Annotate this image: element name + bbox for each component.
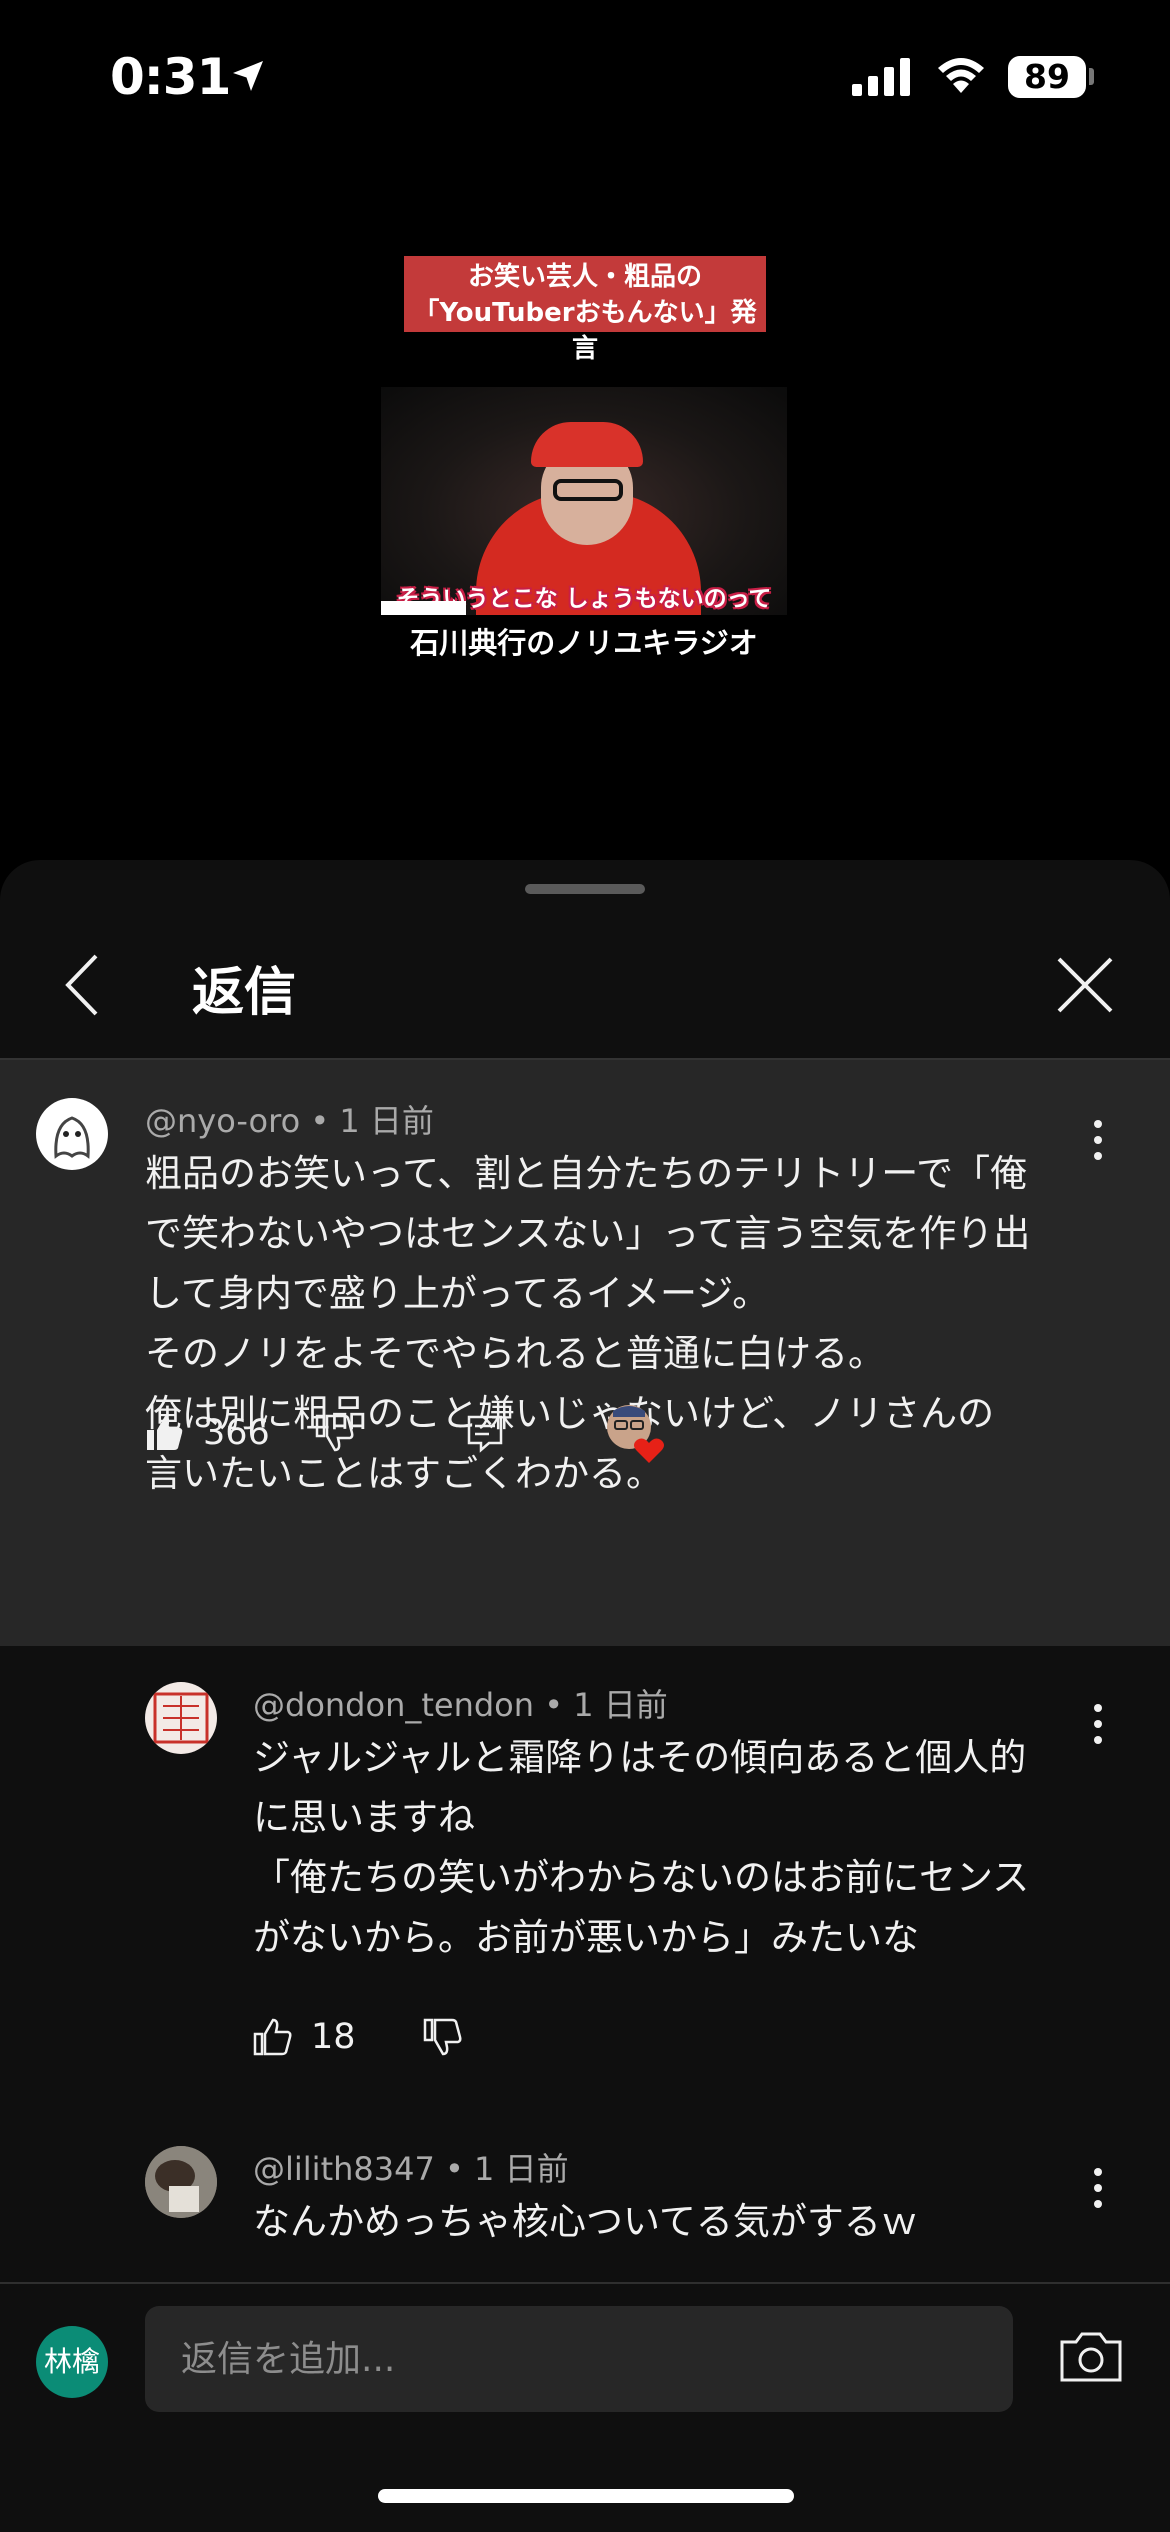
- status-time: 0:31: [110, 48, 231, 106]
- location-arrow-icon: [233, 61, 263, 91]
- reply-author[interactable]: @dondon_tendon: [253, 1686, 534, 1724]
- reply-comment-icon: [467, 1415, 503, 1453]
- reply-meta: @lilith8347 • 1 日前: [253, 2144, 569, 2190]
- reply-text: ジャルジャルと霜降りはその傾向あると個人的 に思いますね 「俺たちの笑いがわから…: [253, 1736, 1030, 1959]
- wifi-icon: [938, 58, 984, 93]
- ghost-avatar-icon: [54, 1116, 90, 1159]
- person-glasses: [553, 479, 623, 501]
- video-frame: そういうとこな しょうもないのって: [381, 387, 787, 615]
- battery-indicator: 89: [1008, 56, 1086, 98]
- avatar[interactable]: [145, 2146, 217, 2218]
- comment-meta: @nyo-oro • 1 日前: [145, 1096, 434, 1142]
- camera-icon[interactable]: [1058, 2324, 1124, 2390]
- back-arrow-icon[interactable]: [58, 950, 108, 1020]
- video-corner-strip: [381, 601, 466, 615]
- reply-input[interactable]: [145, 2306, 1013, 2412]
- dislike-button[interactable]: [315, 1398, 355, 1468]
- video-banner: お笑い芸人・粗品の 「YouTuberおもんない」発言: [404, 256, 766, 364]
- like-button[interactable]: 18: [253, 2002, 356, 2072]
- thumbs-up-icon: [253, 2018, 292, 2056]
- like-count: 18: [311, 2017, 356, 2057]
- banner-line-2: 「YouTuberおもんない」発言: [413, 298, 757, 364]
- reply-text: なんかめっちゃ核心ついてる気がするｗ: [253, 2200, 918, 2243]
- comment-author[interactable]: @nyo-oro: [145, 1102, 300, 1140]
- banner-line-1: お笑い芸人・粗品の: [467, 262, 702, 292]
- cat-avatar-icon: [145, 2146, 217, 2218]
- avatar[interactable]: [145, 1682, 217, 1754]
- close-icon[interactable]: [1055, 955, 1115, 1015]
- reply-button[interactable]: [465, 1398, 505, 1468]
- like-button[interactable]: 366: [145, 1398, 270, 1468]
- creator-heart-icon: [607, 1405, 664, 1463]
- reply-meta: @dondon_tendon • 1 日前: [253, 1680, 668, 1726]
- person-hat: [531, 422, 643, 467]
- avatar[interactable]: [36, 1098, 108, 1170]
- reply-author[interactable]: @lilith8347: [253, 2150, 435, 2188]
- sheet-title: 返信: [192, 963, 297, 1023]
- battery-cap: [1089, 68, 1094, 85]
- parent-comment: @nyo-oro • 1 日前 粗品のお笑いって、割と自分たちのテリトリーで「俺…: [0, 1060, 1170, 1646]
- sheet-header: 返信: [0, 920, 1170, 1058]
- dislike-button[interactable]: [423, 2002, 463, 2072]
- thumbs-up-filled-icon: [147, 1416, 183, 1450]
- video-player[interactable]: お笑い芸人・粗品の 「YouTuberおもんない」発言 そういうとこな しょうも…: [0, 150, 1170, 860]
- channel-caption: 石川典行のノリユキラジオ: [410, 626, 758, 660]
- reply-time: • 1 日前: [434, 2150, 569, 2188]
- comment-actions: 366: [145, 1398, 705, 1468]
- reply-actions: 18: [253, 2002, 553, 2072]
- thumbs-down-icon: [423, 2018, 462, 2056]
- thumbs-down-icon: [315, 1414, 354, 1452]
- home-indicator: [378, 2489, 794, 2503]
- drag-handle[interactable]: [525, 884, 645, 894]
- stamp-avatar-icon: [153, 1692, 209, 1744]
- creator-heart: [603, 1398, 667, 1468]
- like-count: 366: [203, 1413, 270, 1453]
- my-avatar[interactable]: 林檎: [36, 2326, 108, 2398]
- reply-time: • 1 日前: [534, 1686, 668, 1724]
- cellular-signal-icon: [852, 58, 910, 96]
- comment-time: • 1 日前: [300, 1102, 434, 1140]
- status-bar: 0:31 89: [0, 0, 1170, 150]
